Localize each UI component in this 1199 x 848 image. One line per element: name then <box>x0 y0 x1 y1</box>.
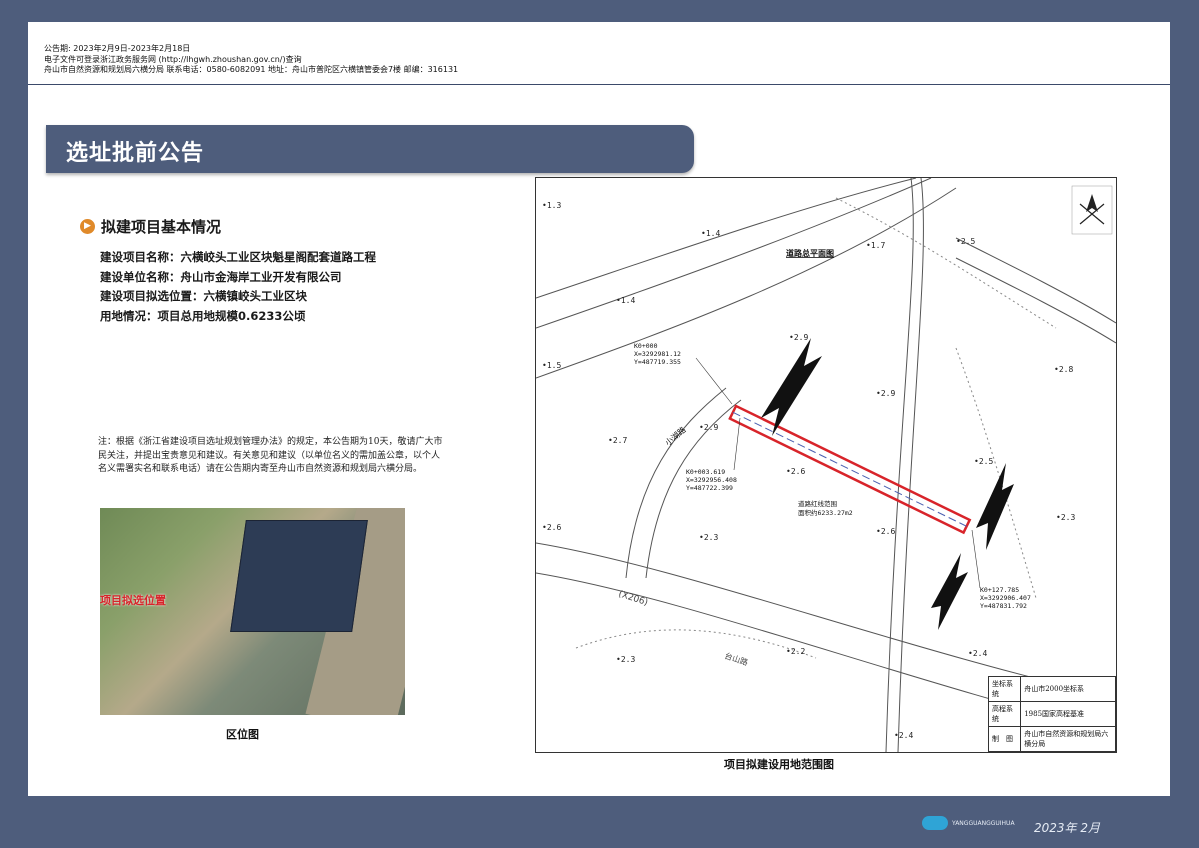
start-point-chainage: K0+000 <box>634 342 658 350</box>
legend-label-drafter: 制 图 <box>987 726 1022 752</box>
legend-value-coord: 舟山市2000坐标系 <box>1020 676 1116 702</box>
industrial-area-shape <box>230 520 368 632</box>
road-x206-label: (X206) <box>617 589 649 608</box>
project-info: 建设项目名称：六横峧头工业区块魁星阁配套道路工程 建设单位名称：舟山市金海岸工业… <box>100 248 376 326</box>
north-arrow-icon <box>1071 185 1113 235</box>
start-point-x: X=3292981.12 <box>634 350 681 358</box>
location-map-image: 项目拟选位置 <box>100 508 405 715</box>
elevation-label: •2.4 <box>968 649 987 658</box>
page-title: 选址批前公告 <box>66 141 205 166</box>
location-marker-label: 项目拟选位置 <box>100 594 166 607</box>
elevation-label: •2.6 <box>542 523 561 532</box>
header-period: 公告期: 2023年2月9日-2023年2月18日 <box>44 44 191 53</box>
notice-page: 公告期: 2023年2月9日-2023年2月18日 电子文件可登录浙江政务服务网… <box>28 22 1170 796</box>
elevation-label: •2.3 <box>616 655 635 664</box>
elevation-label: •2.9 <box>789 333 808 342</box>
footer-brand: YANGGUANGGUIHUA <box>922 816 1015 830</box>
legend-label-coord: 坐标系统 <box>987 676 1022 702</box>
info-project-name: 建设项目名称：六横峧头工业区块魁星阁配套道路工程 <box>100 250 376 264</box>
area-note-line1: 道路红线范围 <box>798 499 837 508</box>
site-map-caption: 项目拟建设用地范围图 <box>724 758 834 771</box>
notice-note: 注：根据《浙江省建设项目选址规划管理办法》的规定，本公告期为10天，敬请广大市民… <box>98 437 443 474</box>
elevation-label: •2.7 <box>608 436 627 445</box>
elevation-label: •2.3 <box>1056 513 1075 522</box>
end-point-y: Y=487831.792 <box>980 602 1027 610</box>
elevation-label: •2.9 <box>876 389 895 398</box>
notice-header: 公告期: 2023年2月9日-2023年2月18日 电子文件可登录浙江政务服务网… <box>44 44 458 76</box>
mid-point-y: Y=487722.399 <box>686 484 733 492</box>
start-point-y: Y=487719.355 <box>634 358 681 366</box>
info-builder: 建设单位名称：舟山市金海岸工业开发有限公司 <box>100 269 342 284</box>
info-land-use: 用地情况：项目总用地规模0.6233公顷 <box>100 308 306 323</box>
elevation-label: •1.4 <box>701 229 720 238</box>
legend-value-drafter: 舟山市自然资源和规划局六横分局 <box>1020 726 1116 752</box>
footer-date: 2023年 2月 <box>1034 821 1100 835</box>
brand-logo-icon <box>922 816 948 830</box>
elevation-label: •2.5 <box>956 237 975 246</box>
legend-value-elevation: 1985国家高程基准 <box>1020 701 1116 727</box>
header-contact: 舟山市自然资源和规划局六横分局 联系电话：0580-6082091 地址：舟山市… <box>44 65 459 74</box>
road-label-2: 台山路 <box>723 650 749 667</box>
area-note-line2: 面积约6233.27m2 <box>798 508 853 517</box>
legend-label-elevation: 高程系统 <box>987 701 1022 727</box>
end-point-x: X=3292906.407 <box>980 594 1031 602</box>
elevation-label: •2.4 <box>894 731 913 740</box>
location-map-caption: 区位图 <box>226 728 259 741</box>
elevation-label: •2.9 <box>699 423 718 432</box>
elevation-label: •2.6 <box>786 467 805 476</box>
title-banner: 选址批前公告 <box>46 125 694 173</box>
header-website: 电子文件可登录浙江政务服务网 (http://lhgwh.zhoushan.go… <box>44 54 302 64</box>
brand-text: YANGGUANGGUIHUA <box>952 819 1015 827</box>
mid-point-x: X=3292956.408 <box>686 476 737 484</box>
elevation-label: •1.5 <box>542 361 561 370</box>
elevation-label: •2.3 <box>699 533 718 542</box>
header-divider <box>28 84 1170 85</box>
section-heading: ▶ 拟建项目基本情况 <box>80 216 221 237</box>
bullet-icon: ▶ <box>80 219 95 234</box>
site-plan-map: •1.3 •1.4 •1.4 •1.5 •2.7 •1.7 •2.5 •2.9 … <box>535 177 1117 753</box>
mid-point-chainage: K0+003.619 <box>686 468 725 476</box>
site-plan-drawing: •1.3 •1.4 •1.4 •1.5 •2.7 •1.7 •2.5 •2.9 … <box>536 178 1116 752</box>
elevation-label: •1.4 <box>616 296 635 305</box>
elevation-label: •1.3 <box>542 201 561 210</box>
road-label: 小湖路 <box>663 424 688 447</box>
elevation-label: •2.5 <box>974 457 993 466</box>
info-location: 建设项目拟选位置：六横镇峧头工业区块 <box>100 289 307 303</box>
elevation-label: •2.8 <box>1054 365 1073 374</box>
end-point-chainage: K0+127.785 <box>980 586 1019 594</box>
section-title: 拟建项目基本情况 <box>101 218 222 236</box>
elevation-label: •2.2 <box>786 647 805 656</box>
elevation-label: •1.7 <box>866 241 885 250</box>
elevation-label: •2.6 <box>876 527 895 536</box>
plan-title: 道路总平面图 <box>786 248 834 258</box>
site-map-legend: 坐标系统 舟山市2000坐标系 高程系统 1985国家高程基准 制 图 舟山市自… <box>987 676 1116 752</box>
